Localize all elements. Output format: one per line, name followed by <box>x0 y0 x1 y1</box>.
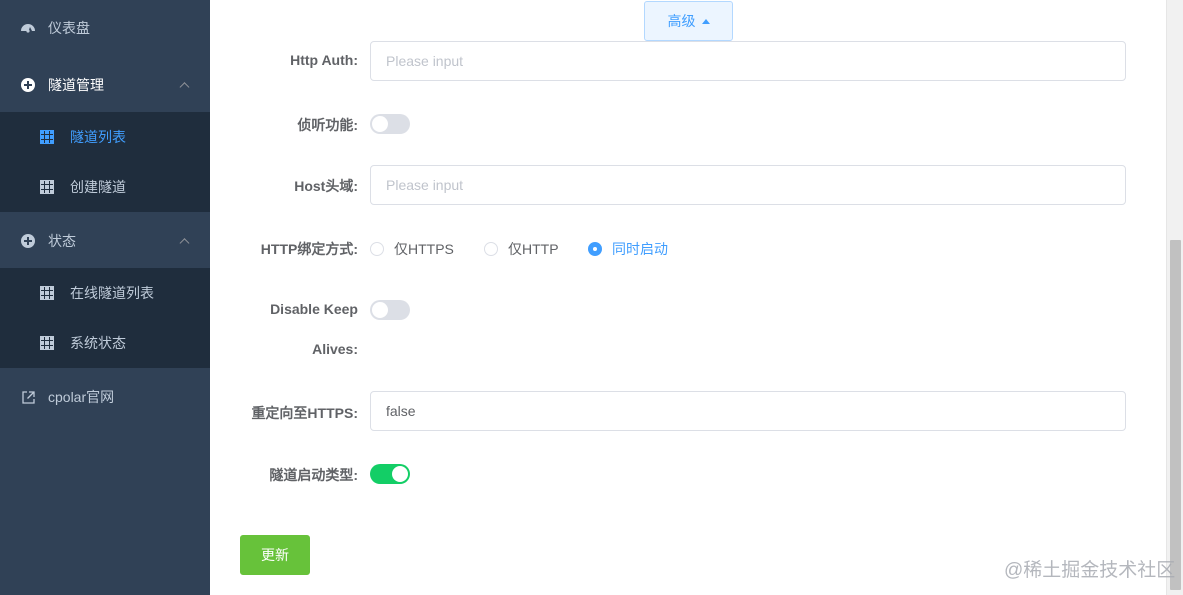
chevron-up-icon <box>179 238 190 249</box>
sidebar-item-label: 状态 <box>48 233 76 249</box>
radio-circle <box>588 242 602 256</box>
advanced-toggle-button[interactable]: 高级 <box>644 1 733 41</box>
host-header-input[interactable] <box>370 165 1126 205</box>
sidebar: 仪表盘 隧道管理 隧道列表 创建隧道 状态 在线隧道列表 系统状态 cpolar… <box>0 0 210 595</box>
sidebar-item-tunnel-management[interactable]: 隧道管理 <box>0 57 210 113</box>
vertical-scrollbar[interactable] <box>1166 0 1183 595</box>
grid-icon <box>40 286 54 300</box>
scrollbar-thumb[interactable] <box>1170 240 1181 590</box>
redirect-https-input[interactable] <box>370 391 1126 431</box>
http-bind-label: HTTP绑定方式: <box>260 241 358 257</box>
sidebar-item-cpolar-website[interactable]: cpolar官网 <box>0 369 210 425</box>
tunnel-start-type-switch[interactable] <box>370 464 410 484</box>
sidebar-item-label: 创建隧道 <box>70 179 126 195</box>
grid-icon <box>40 130 54 144</box>
chevron-up-icon <box>179 82 190 93</box>
sidebar-item-label: 隧道管理 <box>48 77 104 93</box>
sidebar-item-tunnel-list[interactable]: 隧道列表 <box>0 112 210 162</box>
sidebar-item-dashboard[interactable]: 仪表盘 <box>0 0 210 56</box>
watermark: @稀土掘金技术社区 <box>1004 560 1176 581</box>
external-link-icon <box>20 389 36 405</box>
http-auth-label: Http Auth: <box>290 52 358 68</box>
tunnel-start-type-label: 隧道启动类型: <box>269 467 358 483</box>
sidebar-item-label: 隧道列表 <box>70 129 126 145</box>
main-content <box>210 0 1166 595</box>
listen-switch[interactable] <box>370 114 410 134</box>
sidebar-item-create-tunnel[interactable]: 创建隧道 <box>0 162 210 212</box>
advanced-button-label: 高级 <box>667 13 696 29</box>
dashboard-icon <box>20 20 36 36</box>
host-header-label: Host头域: <box>294 178 358 194</box>
sidebar-item-status[interactable]: 状态 <box>0 213 210 269</box>
radio-label: 仅HTTPS <box>394 241 454 257</box>
radio-circle <box>484 242 498 256</box>
radio-circle <box>370 242 384 256</box>
http-auth-input[interactable] <box>370 41 1126 81</box>
disable-keep-alives-switch[interactable] <box>370 300 410 320</box>
radio-http-only[interactable]: 仅HTTP <box>484 239 559 259</box>
sidebar-item-online-tunnels[interactable]: 在线隧道列表 <box>0 268 210 318</box>
listen-label: 侦听功能: <box>297 117 358 133</box>
disable-keep-alives-label-cont: Alives: <box>312 341 358 357</box>
sidebar-item-label: 仪表盘 <box>48 20 90 36</box>
plus-circle-icon <box>20 77 36 93</box>
sidebar-item-system-status[interactable]: 系统状态 <box>0 318 210 368</box>
caret-up-icon <box>701 18 710 24</box>
radio-label: 仅HTTP <box>508 241 559 257</box>
grid-icon <box>40 336 54 350</box>
sidebar-item-label: cpolar官网 <box>48 389 115 405</box>
update-button[interactable]: 更新 <box>240 535 310 575</box>
grid-icon <box>40 180 54 194</box>
sidebar-item-label: 在线隧道列表 <box>70 285 154 301</box>
redirect-https-label: 重定向至HTTPS: <box>251 405 358 421</box>
radio-label: 同时启动 <box>612 241 668 257</box>
plus-circle-icon <box>20 233 36 249</box>
radio-both[interactable]: 同时启动 <box>588 239 668 259</box>
disable-keep-alives-label: Disable Keep <box>270 301 358 317</box>
radio-https-only[interactable]: 仅HTTPS <box>370 239 454 259</box>
sidebar-item-label: 系统状态 <box>70 335 126 351</box>
